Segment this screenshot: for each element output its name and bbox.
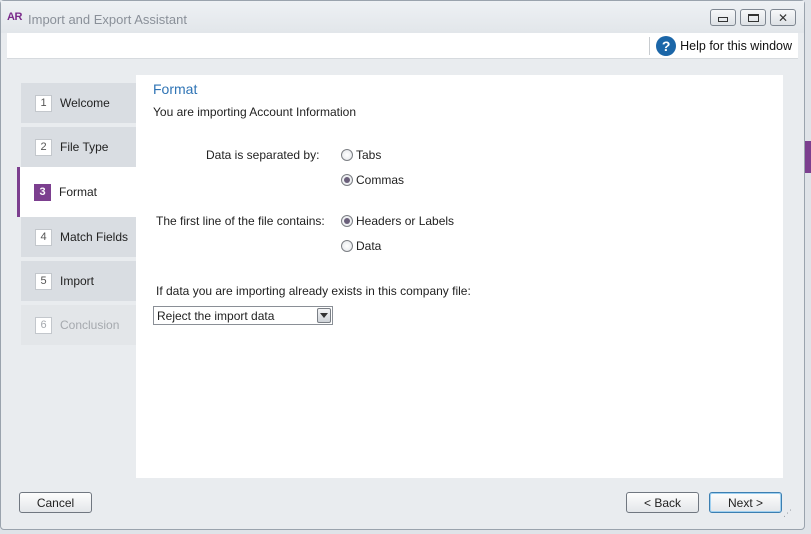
step-label: Welcome xyxy=(60,96,110,110)
step-label: Format xyxy=(59,185,98,199)
step-file-type[interactable]: 2 File Type xyxy=(21,127,137,167)
step-label: Conclusion xyxy=(60,318,120,332)
maximize-button[interactable] xyxy=(740,9,766,26)
radio-circle xyxy=(341,240,353,252)
step-number: 3 xyxy=(34,183,51,201)
step-label: Import xyxy=(60,274,95,288)
radio-data[interactable]: Data xyxy=(341,239,381,253)
import-export-window: AR Import and Export Assistant ✕ ? Help … xyxy=(0,0,805,530)
steps-nav: 1 Welcome 2 File Type 3 Format 4 Match F… xyxy=(17,83,137,349)
step-number: 2 xyxy=(35,138,52,156)
close-button[interactable]: ✕ xyxy=(770,9,796,26)
page-title: Format xyxy=(153,81,198,97)
separator-label: Data is separated by: xyxy=(206,148,320,162)
app-logo: AR xyxy=(7,11,22,23)
dropdown-arrow-button[interactable] xyxy=(317,308,331,323)
step-label: Match Fields xyxy=(60,230,129,244)
back-button[interactable]: < Back xyxy=(626,492,699,513)
step-label: File Type xyxy=(60,140,109,154)
step-conclusion: 6 Conclusion xyxy=(21,305,137,345)
radio-label: Commas xyxy=(356,173,405,187)
help-divider xyxy=(649,37,650,55)
step-import[interactable]: 5 Import xyxy=(21,261,137,301)
window-controls: ✕ xyxy=(710,9,796,26)
page-subtitle: You are importing Account Information xyxy=(153,105,357,119)
radio-tabs[interactable]: Tabs xyxy=(341,148,381,162)
radio-circle xyxy=(341,215,353,227)
existing-data-dropdown[interactable]: Reject the import data xyxy=(153,306,333,325)
step-match-fields[interactable]: 4 Match Fields xyxy=(21,217,137,257)
radio-label: Tabs xyxy=(356,148,382,162)
cancel-button[interactable]: Cancel xyxy=(19,492,92,513)
radio-label: Headers or Labels xyxy=(356,214,455,228)
next-button[interactable]: Next > xyxy=(709,492,782,513)
minimize-button[interactable] xyxy=(710,9,736,26)
window-title: Import and Export Assistant xyxy=(28,12,187,27)
existing-data-label: If data you are importing already exists… xyxy=(156,284,471,298)
step-welcome[interactable]: 1 Welcome xyxy=(21,83,137,123)
radio-circle xyxy=(341,174,353,186)
step-number: 6 xyxy=(35,316,52,334)
dropdown-value: Reject the import data xyxy=(157,308,275,323)
resize-grip-icon[interactable]: ⋰ xyxy=(783,508,792,519)
step-format[interactable]: 3 Format xyxy=(17,167,137,217)
side-accent-tab xyxy=(805,141,811,173)
help-icon: ? xyxy=(656,36,677,56)
radio-commas[interactable]: Commas xyxy=(341,173,404,187)
chevron-down-icon xyxy=(320,313,328,318)
help-label: Help for this window xyxy=(680,39,792,53)
maximize-icon xyxy=(747,13,759,22)
radio-headers-or-labels[interactable]: Headers or Labels xyxy=(341,214,454,228)
radio-circle xyxy=(341,149,353,161)
minimize-icon xyxy=(718,16,728,22)
help-link[interactable]: ? Help for this window xyxy=(656,36,792,56)
step-number: 1 xyxy=(35,94,52,112)
radio-label: Data xyxy=(356,239,382,253)
step-number: 4 xyxy=(35,228,52,246)
help-bar: ? Help for this window xyxy=(7,33,798,59)
format-panel: Format You are importing Account Informa… xyxy=(136,75,783,478)
close-icon: ✕ xyxy=(777,10,789,25)
step-number: 5 xyxy=(35,272,52,290)
first-line-label: The first line of the file contains: xyxy=(156,214,325,228)
title-bar: AR Import and Export Assistant ✕ xyxy=(1,1,804,33)
